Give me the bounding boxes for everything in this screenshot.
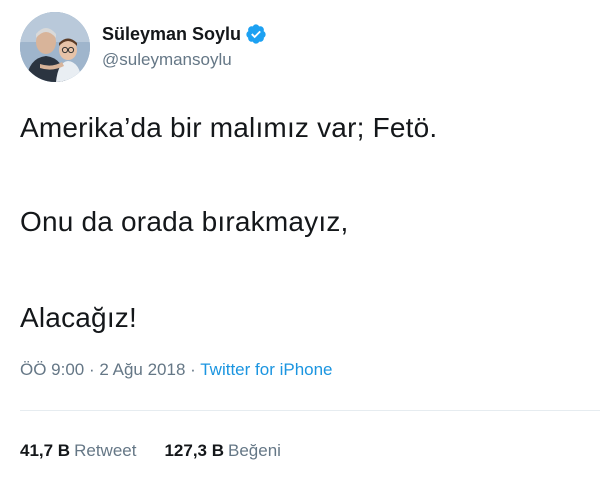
tweet-time[interactable]: ÖÖ 9:00 xyxy=(20,360,84,379)
tweet-card: Süleyman Soylu @suleymansoylu Amerika’da… xyxy=(0,0,600,477)
tweet-source-link[interactable]: Twitter for iPhone xyxy=(200,360,332,379)
tweet-header: Süleyman Soylu @suleymansoylu xyxy=(20,10,267,84)
like-count: 127,3 B xyxy=(164,441,225,460)
tweet-text-line: Onu da orada bırakmayız, xyxy=(20,206,349,237)
avatar-photo xyxy=(20,12,90,82)
user-handle[interactable]: @suleymansoylu xyxy=(102,48,267,72)
retweet-label: Retweet xyxy=(74,441,137,460)
divider xyxy=(20,410,600,411)
display-name[interactable]: Süleyman Soylu xyxy=(102,22,241,46)
like-label: Beğeni xyxy=(228,441,281,460)
tweet-meta: ÖÖ 9:00 · 2 Ağu 2018 · Twitter for iPhon… xyxy=(20,360,333,380)
retweet-stat[interactable]: 41,7 B Retweet xyxy=(20,441,136,461)
user-names: Süleyman Soylu @suleymansoylu xyxy=(102,22,267,72)
tweet-date[interactable]: 2 Ağu 2018 xyxy=(99,360,185,379)
verified-badge-icon xyxy=(245,23,267,45)
display-name-row: Süleyman Soylu xyxy=(102,22,267,46)
tweet-text-line: Amerika’da bir malımız var; Fetö. xyxy=(20,112,438,143)
meta-separator: · xyxy=(89,360,100,379)
like-stat[interactable]: 127,3 B Beğeni xyxy=(164,441,280,461)
avatar[interactable] xyxy=(20,12,90,82)
tweet-stats: 41,7 B Retweet 127,3 B Beğeni xyxy=(20,441,309,461)
meta-separator: · xyxy=(190,360,201,379)
retweet-count: 41,7 B xyxy=(20,441,71,460)
tweet-text-line: Alacağız! xyxy=(20,302,137,333)
